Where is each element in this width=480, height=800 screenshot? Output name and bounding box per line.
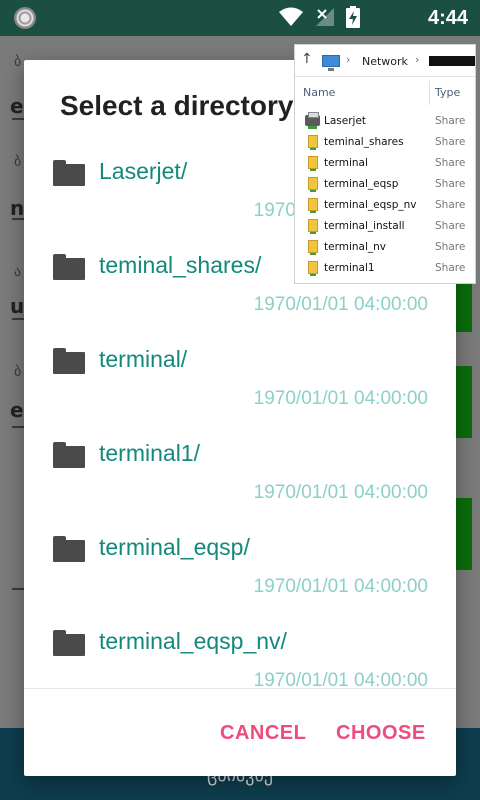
background-divider xyxy=(12,588,24,590)
status-icons xyxy=(278,6,360,28)
directory-name: terminal1/ xyxy=(99,440,200,466)
directory-date: 1970/01/01 04:00:00 xyxy=(253,670,428,688)
up-arrow-icon: ↑ xyxy=(301,51,313,67)
shared-folder-icon xyxy=(308,240,318,255)
background-field-underline xyxy=(12,118,24,120)
share-type: Share xyxy=(435,115,466,127)
computer-icon xyxy=(322,55,340,71)
directory-name: terminal/ xyxy=(99,346,188,372)
directory-date: 1970/01/01 04:00:00 xyxy=(253,388,428,409)
explorer-overlay: ↑ › Network › Name Type Laserjet Share t… xyxy=(294,44,476,284)
redacted-host xyxy=(429,56,475,66)
dialog-title: Select a directory xyxy=(60,90,294,121)
folder-icon xyxy=(53,536,85,562)
background-field-underline xyxy=(12,426,24,428)
background-label: ბ xyxy=(14,54,22,70)
directory-name: terminal_eqsp/ xyxy=(99,534,250,560)
explorer-column-header: Name Type xyxy=(295,81,475,105)
no-signal-icon xyxy=(316,8,334,26)
background-field-underline xyxy=(12,318,24,320)
share-name: terminal xyxy=(324,157,368,169)
app-notification-icon xyxy=(14,7,36,29)
explorer-row: terminal_nv Share xyxy=(295,237,475,258)
share-type: Share xyxy=(435,199,466,211)
directory-name: terminal_eqsp_nv/ xyxy=(99,628,287,654)
folder-icon xyxy=(53,630,85,656)
directory-item[interactable]: terminal1/ 1970/01/01 04:00:00 xyxy=(24,428,456,522)
directory-name: teminal_shares/ xyxy=(99,252,262,278)
directory-date: 1970/01/01 04:00:00 xyxy=(253,482,428,503)
share-name: terminal_eqsp xyxy=(324,178,399,190)
explorer-row: terminal_eqsp Share xyxy=(295,174,475,195)
column-divider xyxy=(429,81,430,105)
column-name: Name xyxy=(303,86,336,99)
explorer-row: teminal_shares Share xyxy=(295,132,475,153)
background-label: ა xyxy=(14,264,22,280)
directory-item[interactable]: terminal/ 1970/01/01 04:00:00 xyxy=(24,334,456,428)
share-type: Share xyxy=(435,178,466,190)
explorer-address-bar: ↑ › Network › xyxy=(295,45,475,77)
shared-folder-icon xyxy=(308,219,318,234)
background-field-text: e xyxy=(10,398,24,422)
breadcrumb-network: Network xyxy=(362,55,408,68)
directory-date: 1970/01/01 04:00:00 xyxy=(253,294,428,315)
chevron-right-icon: › xyxy=(415,53,420,66)
share-type: Share xyxy=(435,262,466,274)
cancel-button[interactable]: CANCEL xyxy=(220,722,306,745)
explorer-row: Laserjet Share xyxy=(295,111,475,132)
explorer-row: terminal Share xyxy=(295,153,475,174)
share-name: terminal_nv xyxy=(324,241,386,253)
shared-folder-icon xyxy=(308,198,318,213)
dialog-divider xyxy=(24,688,456,689)
shared-folder-icon xyxy=(308,261,318,276)
share-name: terminal_eqsp_nv xyxy=(324,199,417,211)
explorer-row: terminal_install Share xyxy=(295,216,475,237)
chevron-right-icon: › xyxy=(346,53,351,66)
folder-icon xyxy=(53,442,85,468)
folder-icon xyxy=(53,254,85,280)
explorer-rows: Laserjet Share teminal_shares Share term… xyxy=(295,111,475,279)
shared-folder-icon xyxy=(308,156,318,171)
shared-folder-icon xyxy=(308,177,318,192)
column-type: Type xyxy=(435,86,461,99)
directory-date: 1970/01/01 04:00:00 xyxy=(253,576,428,597)
background-label: ბ xyxy=(14,364,22,380)
battery-charging-icon xyxy=(346,6,360,28)
background-field-text: n xyxy=(10,196,25,220)
share-name: terminal1 xyxy=(324,262,375,274)
wifi-icon xyxy=(279,7,303,26)
directory-item[interactable]: terminal_eqsp/ 1970/01/01 04:00:00 xyxy=(24,522,456,616)
explorer-row: terminal_eqsp_nv Share xyxy=(295,195,475,216)
directory-item[interactable]: terminal_eqsp_nv/ 1970/01/01 04:00:00 xyxy=(24,616,456,688)
folder-icon xyxy=(53,160,85,186)
share-name: Laserjet xyxy=(324,115,367,127)
share-type: Share xyxy=(435,220,466,232)
directory-name: Laserjet/ xyxy=(99,158,188,184)
share-name: terminal_install xyxy=(324,220,405,232)
folder-icon xyxy=(53,348,85,374)
status-bar: 4:44 xyxy=(0,0,480,36)
choose-button[interactable]: CHOOSE xyxy=(336,722,426,745)
shared-folder-icon xyxy=(308,135,318,150)
explorer-row: terminal1 Share xyxy=(295,258,475,279)
background-label: ბ xyxy=(14,154,22,170)
share-type: Share xyxy=(435,157,466,169)
printer-icon xyxy=(305,112,320,129)
background-field-underline xyxy=(12,218,24,220)
share-type: Share xyxy=(435,241,466,253)
share-type: Share xyxy=(435,136,466,148)
status-time: 4:44 xyxy=(427,7,468,29)
share-name: teminal_shares xyxy=(324,136,404,148)
